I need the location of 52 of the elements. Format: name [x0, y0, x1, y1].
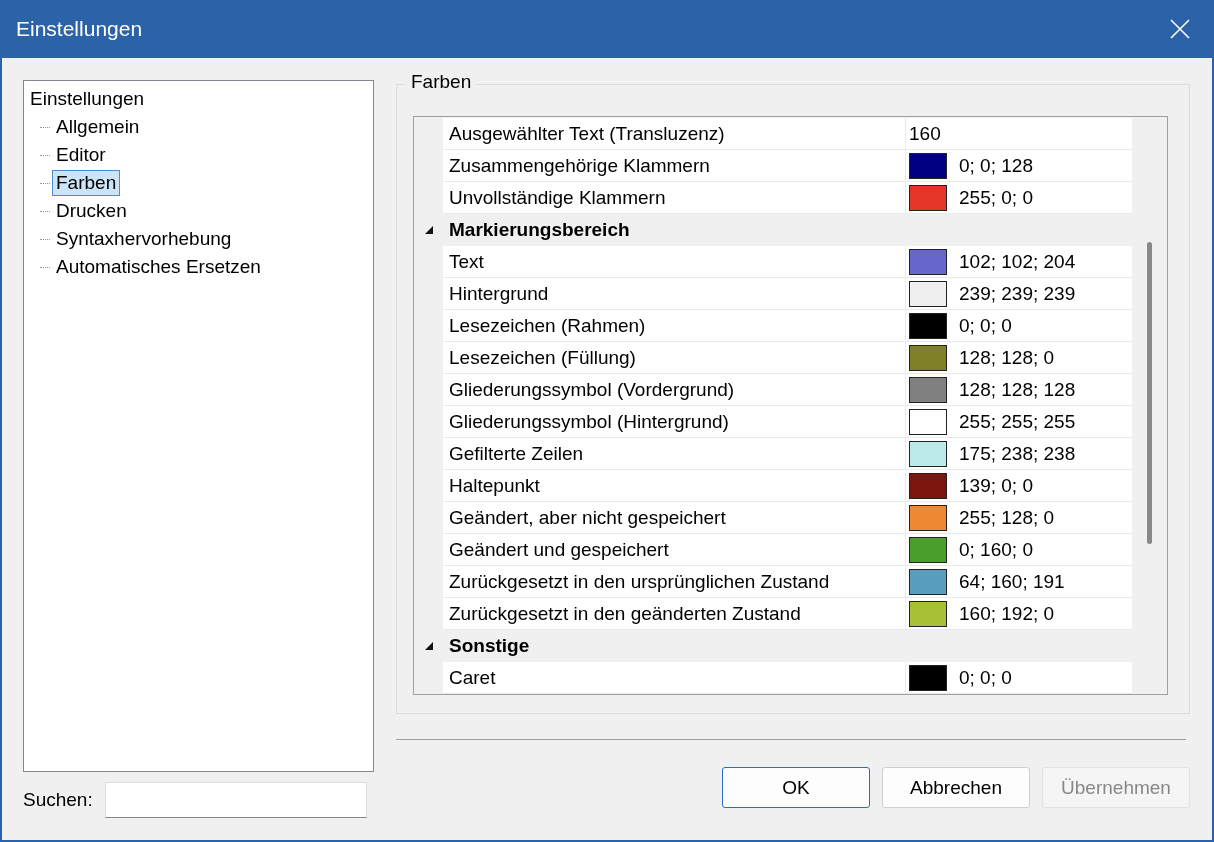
- property-name[interactable]: Ausgewählter Text (Transluzenz): [443, 118, 906, 150]
- property-name[interactable]: Gliederungssymbol (Hintergrund): [443, 406, 906, 438]
- color-swatch[interactable]: [909, 376, 947, 403]
- tree-item[interactable]: Drucken: [52, 198, 131, 224]
- color-swatch[interactable]: [909, 568, 947, 595]
- dialog-button[interactable]: OK: [722, 767, 870, 808]
- tree-item[interactable]: Automatisches Ersetzen: [52, 254, 265, 280]
- color-swatch[interactable]: [909, 248, 947, 275]
- property-name[interactable]: Zusammengehörige Klammern: [443, 150, 906, 182]
- property-name[interactable]: Geändert, aber nicht gespeichert: [443, 502, 906, 534]
- property-name[interactable]: Caret: [443, 662, 906, 694]
- color-swatch[interactable]: [909, 600, 947, 627]
- property-name[interactable]: Haltepunkt: [443, 470, 906, 502]
- category-label: Sonstige: [448, 634, 530, 658]
- color-swatch[interactable]: [909, 312, 947, 339]
- property-name[interactable]: Unvollständige Klammern: [443, 182, 906, 214]
- property-name[interactable]: Gefilterte Zeilen: [443, 438, 906, 470]
- color-swatch[interactable]: [909, 504, 947, 531]
- category-label: Markierungsbereich: [448, 218, 630, 242]
- color-swatch[interactable]: [909, 344, 947, 371]
- tree-item[interactable]: Einstellungen: [30, 85, 145, 113]
- property-value[interactable]: 0; 0; 0: [959, 314, 1012, 337]
- color-swatch[interactable]: [909, 152, 947, 179]
- color-swatch[interactable]: [909, 408, 947, 435]
- tree-item[interactable]: Farben: [52, 170, 121, 196]
- tree-item[interactable]: Syntaxhervorhebung: [52, 226, 236, 252]
- tree-item[interactable]: Allgemein: [52, 114, 144, 140]
- tree-item[interactable]: Editor: [52, 142, 110, 168]
- window-title: Einstellungen: [16, 17, 143, 41]
- property-name[interactable]: Lesezeichen (Füllung): [443, 342, 906, 374]
- property-name[interactable]: Geändert und gespeichert: [443, 534, 906, 566]
- search-field[interactable]: [104, 782, 367, 818]
- color-swatch[interactable]: [909, 536, 947, 563]
- dialog-button[interactable]: Abbrechen: [882, 767, 1030, 808]
- close-icon[interactable]: [1170, 19, 1190, 39]
- property-name[interactable]: Text: [443, 246, 906, 278]
- scrollbar-thumb[interactable]: [1147, 242, 1152, 544]
- property-name[interactable]: Gliederungssymbol (Vordergrund): [443, 374, 906, 406]
- property-name[interactable]: Zurückgesetzt in den geänderten Zustand: [443, 598, 906, 630]
- search-label: Suchen:: [23, 789, 93, 811]
- color-swatch[interactable]: [909, 280, 947, 307]
- property-value[interactable]: 160: [909, 122, 941, 145]
- color-swatch[interactable]: [909, 664, 947, 691]
- property-name[interactable]: Lesezeichen (Rahmen): [443, 310, 906, 342]
- property-name[interactable]: Hintergrund: [443, 278, 906, 310]
- expanded-triangle-icon[interactable]: [423, 225, 434, 235]
- property-name[interactable]: Zurückgesetzt in den ursprünglichen Zustand: [443, 566, 906, 598]
- expanded-triangle-icon[interactable]: [423, 641, 434, 651]
- color-swatch[interactable]: [909, 184, 947, 211]
- property-value[interactable]: 0; 0; 0: [959, 666, 1012, 689]
- color-swatch[interactable]: [909, 472, 947, 499]
- color-swatch[interactable]: [909, 440, 947, 467]
